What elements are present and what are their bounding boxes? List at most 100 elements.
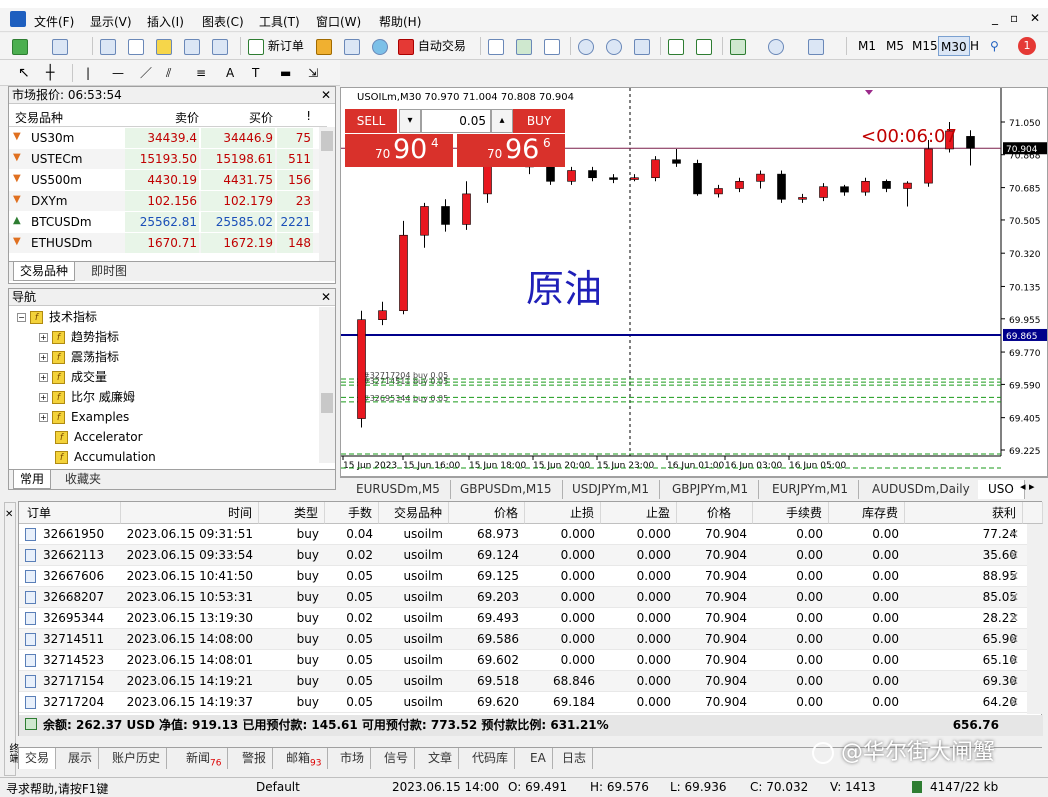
tab-symbols[interactable]: 交易品种 (13, 262, 76, 281)
menu-tools[interactable]: 工具(T) (259, 13, 300, 30)
order-row[interactable]: 32667606 2023.06.15 10:41:50 buy 0.05 usoilm… (19, 566, 1043, 587)
chart-tab[interactable]: EURUSDm,M5 (346, 480, 451, 499)
terminal-tab[interactable]: 代码库 (466, 748, 516, 769)
market-watch-icon[interactable] (100, 36, 116, 56)
terminal-tab[interactable]: 市场 (334, 748, 372, 769)
column-header[interactable]: 交易品种 (379, 502, 449, 524)
tile-windows-icon[interactable] (634, 36, 650, 56)
nav-item[interactable]: + f 震荡指标 (39, 347, 119, 367)
order-row[interactable]: 32714511 2023.06.15 14:08:00 buy 0.05 usoilm… (19, 629, 1043, 650)
menu-help[interactable]: 帮助(H) (379, 13, 421, 30)
nav-indicator[interactable]: f Accelerator (55, 427, 143, 447)
terminal-tab[interactable]: 邮箱93 (280, 748, 329, 769)
profiles-icon[interactable] (52, 36, 68, 56)
column-header[interactable]: 库存费 (829, 502, 905, 524)
close-icon[interactable]: ✕ (321, 87, 331, 104)
header-ask[interactable]: 买价 (231, 109, 273, 126)
order-row[interactable]: 32661950 2023.06.15 09:31:51 buy 0.04 usoilm… (19, 524, 1043, 545)
terminal-scrollbar[interactable] (1027, 524, 1043, 714)
data-window-icon[interactable] (128, 36, 144, 56)
chart-tab[interactable]: GBPJPYm,M1 (662, 480, 760, 499)
periods-icon[interactable] (768, 36, 784, 56)
close-order-icon[interactable]: ✕ (1009, 587, 1019, 607)
tester-icon[interactable] (212, 36, 228, 56)
chart-tab[interactable]: GBPUSDm,M15 (450, 480, 563, 499)
close-icon[interactable]: ✕ (321, 289, 331, 306)
terminal-tab[interactable]: EA (524, 748, 553, 769)
timeframe-h[interactable]: H (970, 36, 979, 56)
chart-tab[interactable]: USO (978, 480, 1025, 499)
menu-file[interactable]: 文件(F) (34, 13, 74, 30)
menu-window[interactable]: 窗口(W) (316, 13, 361, 30)
expand-icon[interactable]: + (39, 393, 48, 402)
column-header[interactable]: 获利 (905, 502, 1023, 524)
order-row[interactable]: 32662113 2023.06.15 09:33:54 buy 0.02 usoilm… (19, 545, 1043, 566)
expand-icon[interactable]: + (39, 333, 48, 342)
vps-icon[interactable] (372, 36, 388, 56)
timeframe-m1[interactable]: M1 (858, 36, 876, 56)
close-order-icon[interactable]: ✕ (1009, 629, 1019, 649)
expand-icon[interactable]: + (39, 413, 48, 422)
order-row[interactable]: 32668207 2023.06.15 10:53:31 buy 0.05 usoilm… (19, 587, 1043, 608)
candlestick-icon[interactable] (516, 36, 532, 56)
tab-scroll-icon[interactable]: ◂ ▸ (1020, 480, 1035, 493)
close-order-icon[interactable]: ✕ (1009, 545, 1019, 565)
order-row[interactable]: 32717204 2023.06.15 14:19:37 buy 0.05 usoilm… (19, 692, 1043, 713)
close-icon[interactable]: ✕ (1030, 11, 1040, 25)
chart-tab[interactable]: AUDUSDm,Daily (862, 480, 981, 499)
lot-spinner[interactable]: ▴ (491, 109, 513, 133)
chart-tab[interactable]: USDJPYm,M1 (562, 480, 660, 499)
sell-price-button[interactable]: 70 90 4 (345, 134, 453, 167)
crosshair-icon[interactable]: ┼ (46, 63, 54, 83)
market-watch-row[interactable]: ▼ DXYm 102.156 102.179 23 (9, 191, 327, 212)
close-order-icon[interactable]: ✕ (1009, 608, 1019, 628)
timeframe-m15[interactable]: M15 (912, 36, 938, 56)
expand-icon[interactable]: + (39, 373, 48, 382)
menu-insert[interactable]: 插入(I) (147, 13, 184, 30)
order-row[interactable]: 32717154 2023.06.15 14:19:21 buy 0.05 usoilm… (19, 671, 1043, 692)
zoom-in-icon[interactable] (578, 36, 594, 56)
new-order-button[interactable]: 新订单 (248, 36, 304, 56)
market-watch-row[interactable]: ▼ USTECm 15193.50 15198.61 511 (9, 149, 327, 170)
nav-item[interactable]: + f Examples (39, 407, 129, 427)
signals-icon[interactable] (344, 36, 360, 56)
order-row[interactable]: 32695344 2023.06.15 13:19:30 buy 0.02 usoilm… (19, 608, 1043, 629)
fibonacci-icon[interactable]: ≡ (196, 63, 206, 83)
vertical-line-icon[interactable]: | (86, 63, 90, 83)
market-watch-row[interactable]: ▼ ETHUSDm 1670.71 1672.19 148 (9, 233, 327, 254)
autoscroll-icon[interactable] (668, 36, 684, 56)
terminal-tab[interactable]: 新闻76 (180, 748, 229, 769)
chart-shift-icon[interactable] (696, 36, 712, 56)
lot-dropdown[interactable]: ▾ (399, 109, 421, 133)
nav-root[interactable]: − f 技术指标 (17, 307, 97, 327)
restore-icon[interactable]: ▫ (1010, 11, 1018, 25)
lot-input[interactable]: 0.05 (421, 109, 491, 133)
market-watch-scrollbar[interactable] (319, 127, 335, 261)
column-header[interactable]: 价格 (677, 502, 753, 524)
header-symbol[interactable]: 交易品种 (15, 109, 63, 126)
menu-view[interactable]: 显示(V) (90, 13, 132, 30)
new-chart-icon[interactable] (12, 36, 28, 56)
chart-tab[interactable]: EURJPYm,M1 (762, 480, 860, 499)
terminal-tab[interactable]: 警报 (236, 748, 274, 769)
header-spread[interactable]: ! (279, 109, 311, 123)
cursor-icon[interactable]: ↖ (18, 63, 30, 83)
buy-price-button[interactable]: 70 96 6 (457, 134, 565, 167)
timeframe-m30[interactable]: M30 (938, 36, 970, 56)
terminal-tab[interactable]: 文章 (422, 748, 460, 769)
nav-item[interactable]: + f 比尔 威廉姆 (39, 387, 135, 407)
bar-chart-icon[interactable] (488, 36, 504, 56)
shapes-icon[interactable]: ▬ (280, 63, 291, 83)
terminal-tab[interactable]: 交易 (18, 748, 57, 769)
line-chart-icon[interactable] (544, 36, 560, 56)
navigator-scrollbar[interactable] (319, 307, 335, 463)
terminal-icon[interactable] (184, 36, 200, 56)
order-row[interactable]: 32714523 2023.06.15 14:08:01 buy 0.05 usoilm… (19, 650, 1043, 671)
nav-item[interactable]: + f 成交量 (39, 367, 107, 387)
app-icon[interactable] (10, 11, 26, 27)
market-watch-row[interactable]: ▲ BTCUSDm 25562.81 25585.02 2221 (9, 212, 327, 233)
column-header[interactable]: 止盈 (601, 502, 677, 524)
minimize-icon[interactable]: _ (992, 11, 998, 25)
arrows-icon[interactable]: ⇲ (308, 63, 318, 83)
channel-icon[interactable]: ⫽ (166, 63, 171, 83)
